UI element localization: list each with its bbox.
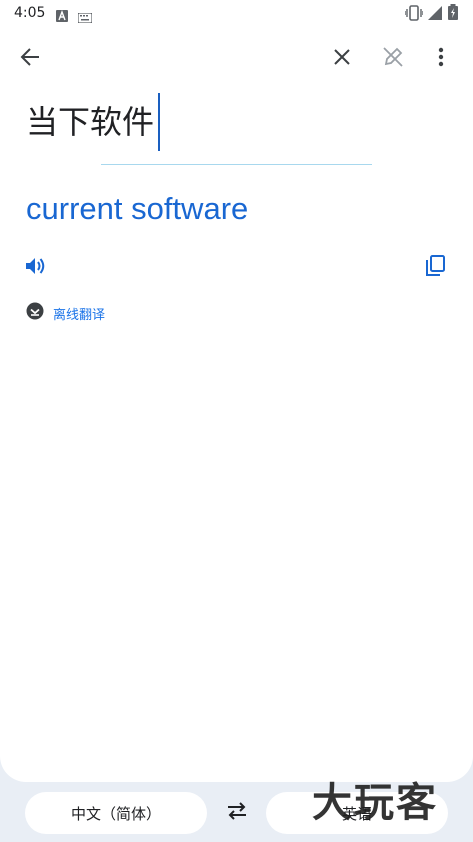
back-button[interactable] <box>10 39 50 79</box>
offline-translation-indicator: 离线翻译 <box>26 302 105 324</box>
listen-button[interactable] <box>16 248 56 288</box>
copy-icon <box>425 255 445 281</box>
offline-label: 离线翻译 <box>53 307 106 323</box>
arrow-back-icon <box>20 48 40 70</box>
signal-icon <box>428 5 442 24</box>
handwriting-button[interactable] <box>373 39 413 79</box>
vibrate-icon <box>404 5 424 25</box>
source-text-input[interactable]: 当下软件 <box>26 100 154 144</box>
close-icon <box>334 49 350 69</box>
status-time: 4:05 <box>14 5 46 21</box>
more-vert-icon <box>438 47 444 71</box>
copy-button[interactable] <box>415 248 455 288</box>
source-language-button[interactable]: 中文（简体） <box>25 792 207 834</box>
app-frame: 4:05 当下软件 current software 离线翻译 中文（简体） 英… <box>0 0 473 842</box>
battery-icon <box>448 4 458 24</box>
pen-off-icon <box>382 46 404 72</box>
offline-download-icon <box>26 302 44 324</box>
source-language-label: 中文（简体） <box>70 804 161 823</box>
status-bar: 4:05 <box>0 0 473 26</box>
swap-languages-button[interactable] <box>220 793 254 833</box>
input-divider <box>101 164 372 165</box>
more-options-button[interactable] <box>421 39 461 79</box>
watermark-logo: 大玩客 <box>312 779 438 826</box>
volume-icon <box>25 256 47 280</box>
text-cursor <box>158 93 160 151</box>
translation-result: current software <box>26 191 249 226</box>
swap-arrows-icon <box>226 802 248 824</box>
a-notification-icon <box>56 7 68 26</box>
clear-button[interactable] <box>322 39 362 79</box>
keyboard-icon <box>77 8 93 27</box>
